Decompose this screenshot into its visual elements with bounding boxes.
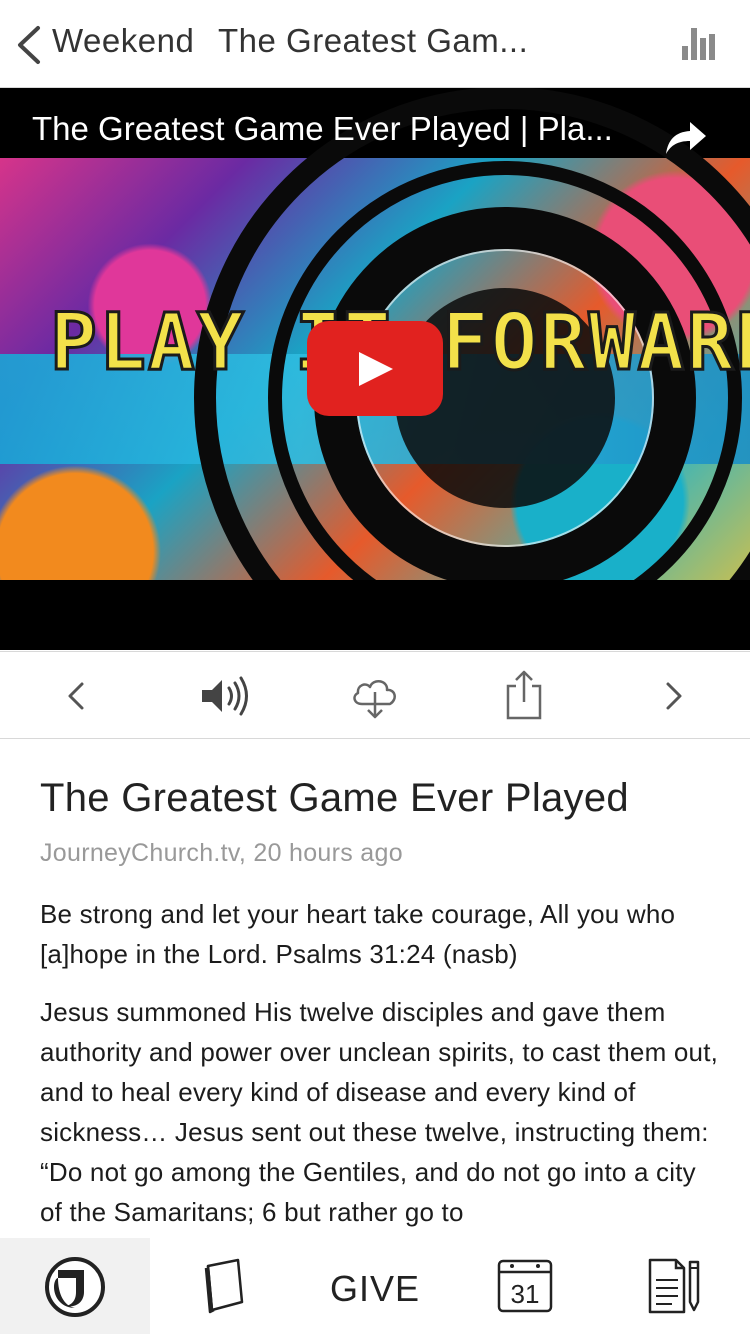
article-paragraph: Be strong and let your heart take courag… [40,899,676,969]
notes-icon [648,1258,700,1314]
share-icon[interactable] [502,668,546,724]
back-chevron-icon[interactable] [14,24,44,66]
journey-logo-icon [45,1257,105,1317]
play-button[interactable] [307,321,443,416]
speaker-icon[interactable] [198,668,254,724]
video-title[interactable]: The Greatest Game Ever Played | Pla... [32,110,642,148]
next-icon[interactable] [658,668,688,724]
tab-events[interactable]: 31 [450,1238,600,1334]
give-label: GIVE [329,1268,421,1309]
page-title: The Greatest Gam... [218,22,529,59]
article-paragraph: Jesus summoned His twelve disciples and … [40,997,719,1227]
calendar-day: 31 [511,1279,540,1309]
play-icon [359,352,393,386]
video-letterbox [0,580,750,650]
book-icon [204,1258,244,1314]
article-title: The Greatest Game Ever Played [40,776,629,820]
tab-home[interactable] [0,1238,150,1334]
video-player[interactable]: PLAY IT FORWARD The Greatest Game Ever P… [0,88,750,650]
tab-bible[interactable] [150,1238,300,1334]
bottom-tab-bar: GIVE 31 [0,1238,750,1334]
calendar-icon: 31 [497,1259,553,1313]
cloud-download-icon[interactable] [348,668,402,724]
bar-chart-icon[interactable] [680,24,720,60]
media-controls-bar [0,651,750,739]
tab-give[interactable]: GIVE [300,1238,450,1334]
tab-notes[interactable] [600,1238,750,1334]
back-button-label[interactable]: Weekend [52,22,194,60]
share-arrow-icon[interactable] [664,118,708,158]
article-content: The Greatest Game Ever Played JourneyChu… [40,776,720,1236]
prev-icon[interactable] [62,668,92,724]
top-nav-bar: Weekend The Greatest Gam... [0,0,750,88]
article-meta: JourneyChurch.tv, 20 hours ago [40,839,403,867]
